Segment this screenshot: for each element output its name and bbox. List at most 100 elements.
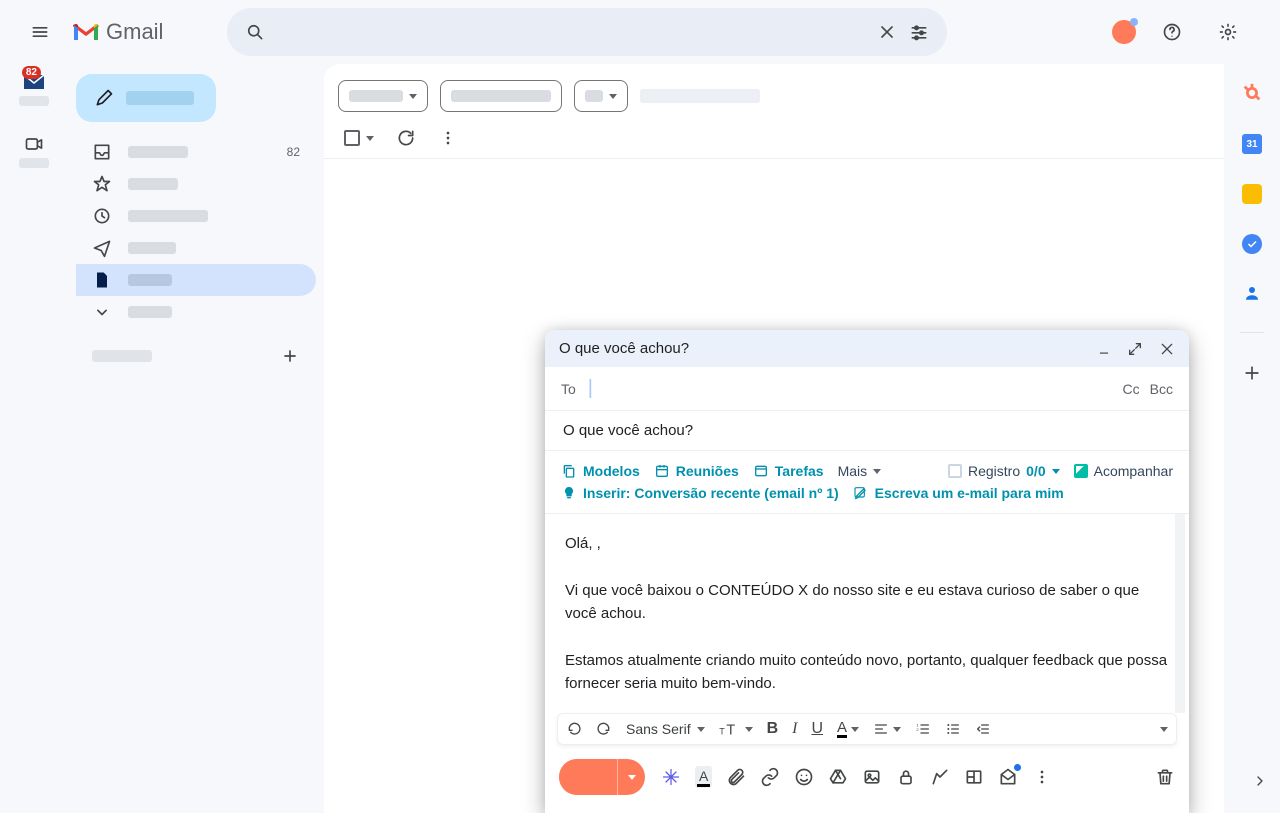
- rail-mail[interactable]: 82: [19, 72, 49, 106]
- nav-drafts[interactable]: [76, 264, 316, 296]
- more-icon[interactable]: [1032, 767, 1052, 787]
- confidential-icon[interactable]: [896, 767, 916, 787]
- ordered-list-icon[interactable]: 12: [915, 721, 931, 737]
- hs-templates[interactable]: Modelos: [561, 463, 640, 479]
- schedule-icon-wrap[interactable]: [998, 767, 1018, 787]
- refresh-icon[interactable]: [396, 128, 416, 148]
- hs-meetings[interactable]: Reuniões: [654, 463, 739, 479]
- align-button[interactable]: [873, 721, 901, 737]
- layout-icon[interactable]: [964, 767, 984, 787]
- hamburger-icon: [30, 22, 50, 42]
- bcc-button[interactable]: Bcc: [1150, 381, 1173, 397]
- checked-icon: [1074, 464, 1088, 478]
- unchecked-icon: [948, 464, 962, 478]
- hs-log[interactable]: Registro 0/0: [948, 463, 1060, 479]
- hubspot-badge-icon[interactable]: [1112, 20, 1136, 44]
- ai-icon[interactable]: [661, 767, 681, 787]
- pencil-icon: [94, 88, 114, 108]
- nav-snoozed[interactable]: [76, 200, 316, 232]
- drive-icon[interactable]: [828, 767, 848, 787]
- add-app-icon[interactable]: [1242, 363, 1262, 383]
- rail-meet[interactable]: [19, 134, 49, 168]
- gear-icon: [1218, 22, 1238, 42]
- minimize-icon[interactable]: [1097, 342, 1111, 356]
- attach-icon[interactable]: [726, 767, 746, 787]
- send-main[interactable]: [559, 759, 617, 795]
- to-row[interactable]: To | Cc Bcc: [545, 367, 1189, 411]
- link-icon[interactable]: [760, 767, 780, 787]
- text-color[interactable]: A: [837, 720, 859, 738]
- bullet-list-icon[interactable]: [945, 721, 961, 737]
- emoji-icon[interactable]: [794, 767, 814, 787]
- nav-inbox[interactable]: 82: [76, 136, 316, 168]
- redo-icon[interactable]: [596, 721, 612, 737]
- body-p2: Estamos atualmente criando muito conteúd…: [565, 649, 1169, 696]
- compose-button[interactable]: [76, 74, 216, 122]
- bold-button[interactable]: B: [767, 720, 779, 738]
- main-menu-button[interactable]: [16, 8, 64, 56]
- italic-button[interactable]: I: [792, 720, 797, 738]
- undo-icon[interactable]: [566, 721, 582, 737]
- search-bar[interactable]: [227, 8, 947, 56]
- contacts-app-icon[interactable]: [1243, 284, 1261, 302]
- hs-insert[interactable]: Inserir: Conversão recente (email nº 1): [561, 485, 839, 501]
- gmail-logo[interactable]: Gmail: [72, 19, 163, 45]
- labels-section: [76, 328, 316, 366]
- format-toggle[interactable]: A: [695, 766, 712, 788]
- support-button[interactable]: [1152, 12, 1192, 52]
- cc-button[interactable]: Cc: [1123, 381, 1140, 397]
- select-all-checkbox[interactable]: [344, 130, 360, 146]
- more-format-icon[interactable]: [1160, 727, 1168, 732]
- hs-write[interactable]: Escreva um e-mail para mim: [853, 485, 1064, 501]
- fullscreen-icon[interactable]: [1127, 341, 1143, 357]
- to-input[interactable]: [599, 379, 1123, 398]
- app-header: Gmail: [0, 0, 1280, 64]
- compose-header[interactable]: O que você achou?: [545, 330, 1189, 367]
- main-area: O que você achou? To | Cc Bcc: [324, 64, 1224, 813]
- send-more[interactable]: [617, 759, 645, 795]
- compose-window: O que você achou? To | Cc Bcc: [545, 330, 1189, 813]
- nav-sent[interactable]: [76, 232, 316, 264]
- settings-button[interactable]: [1208, 12, 1248, 52]
- add-label-icon[interactable]: [280, 346, 300, 366]
- font-size[interactable]: TT: [719, 720, 753, 738]
- outdent-icon[interactable]: [975, 721, 991, 737]
- filter-chip-1[interactable]: [338, 80, 428, 112]
- clear-search-icon[interactable]: [877, 22, 897, 42]
- filter-chip-3[interactable]: [574, 80, 628, 112]
- toolbar-info: [640, 89, 760, 103]
- svg-text:T: T: [726, 722, 735, 738]
- select-all[interactable]: [344, 130, 374, 146]
- search-input[interactable]: [265, 22, 877, 42]
- calendar-app-icon[interactable]: 31: [1242, 134, 1262, 154]
- nav-starred[interactable]: [76, 168, 316, 200]
- nav-more[interactable]: [76, 296, 316, 328]
- hs-tasks[interactable]: Tarefas: [753, 463, 824, 479]
- subject-input[interactable]: [561, 421, 1173, 440]
- more-icon[interactable]: [438, 128, 458, 148]
- search-icon: [245, 22, 265, 42]
- hs-more[interactable]: Mais: [838, 463, 882, 479]
- search-options-icon[interactable]: [909, 22, 929, 42]
- compose-body[interactable]: Olá, , Vi que você baixou o CONTEÚDO X d…: [545, 514, 1189, 713]
- video-icon: [24, 134, 44, 154]
- filter-chip-2[interactable]: [440, 80, 562, 112]
- chevron-down-icon: [745, 727, 753, 732]
- sidepanel-toggle[interactable]: [1248, 769, 1272, 793]
- subject-row[interactable]: [545, 411, 1189, 451]
- chevron-down-icon: [609, 94, 617, 99]
- underline-button[interactable]: U: [811, 720, 823, 738]
- hs-track[interactable]: Acompanhar: [1074, 463, 1173, 479]
- send-button[interactable]: [559, 759, 645, 795]
- tasks-app-icon[interactable]: [1242, 234, 1262, 254]
- keep-app-icon[interactable]: [1242, 184, 1262, 204]
- close-icon[interactable]: [1159, 341, 1175, 357]
- font-selector[interactable]: Sans Serif: [626, 721, 705, 737]
- edit-icon: [853, 485, 869, 501]
- image-icon[interactable]: [862, 767, 882, 787]
- header-actions: [1112, 12, 1248, 52]
- right-rail: 31: [1224, 64, 1280, 813]
- hubspot-icon[interactable]: [1241, 82, 1263, 104]
- discard-icon[interactable]: [1155, 767, 1175, 787]
- signature-icon[interactable]: [930, 767, 950, 787]
